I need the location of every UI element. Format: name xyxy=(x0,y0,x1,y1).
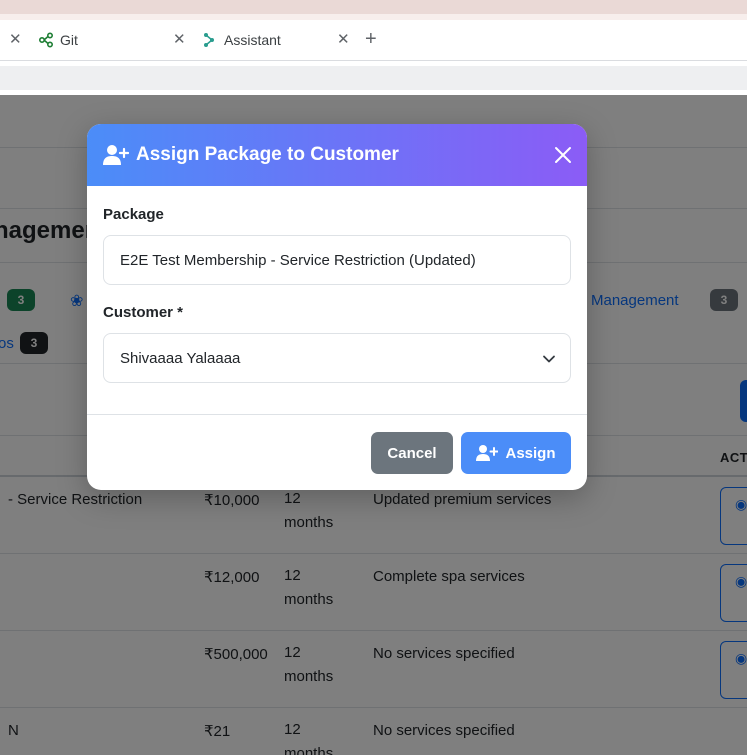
tab-label: Assistant xyxy=(224,32,281,48)
customer-select[interactable]: Shivaaaa Yalaaaa xyxy=(103,333,571,383)
address-bar[interactable] xyxy=(0,66,747,90)
address-bar-area xyxy=(0,61,747,95)
user-plus-icon xyxy=(476,445,499,461)
close-tab-git-icon[interactable]: ✕ xyxy=(173,31,186,49)
tab-assistant[interactable]: Assistant xyxy=(202,20,281,60)
modal-header: Assign Package to Customer xyxy=(87,124,587,186)
browser-tab-bar: ✕ Git ✕ Assistant ✕ + xyxy=(0,20,747,61)
modal-title: Assign Package to Customer xyxy=(136,144,399,165)
assign-button-label: Assign xyxy=(505,444,556,462)
cancel-button[interactable]: Cancel xyxy=(371,432,453,474)
modal-footer-divider xyxy=(87,414,587,415)
package-field[interactable]: E2E Test Membership - Service Restrictio… xyxy=(103,235,571,285)
customer-selected-value: Shivaaaa Yalaaaa xyxy=(120,349,241,367)
git-branch-icon xyxy=(38,32,54,48)
close-icon[interactable] xyxy=(553,145,573,165)
user-plus-icon xyxy=(103,145,129,165)
tab-label: Git xyxy=(60,32,78,48)
chevron-down-icon xyxy=(543,355,555,363)
close-tab-assistant-icon[interactable]: ✕ xyxy=(337,31,350,49)
window-top-strip xyxy=(0,0,747,14)
close-tab-icon[interactable]: ✕ xyxy=(9,31,22,49)
new-tab-button[interactable]: + xyxy=(365,28,377,50)
package-label: Package xyxy=(103,206,164,223)
assistant-icon xyxy=(204,33,214,47)
customer-label: Customer * xyxy=(103,304,184,321)
tab-git[interactable]: Git xyxy=(38,20,78,60)
assign-button[interactable]: Assign xyxy=(461,432,571,474)
assign-package-modal: Assign Package to Customer Package E2E T… xyxy=(87,124,587,490)
